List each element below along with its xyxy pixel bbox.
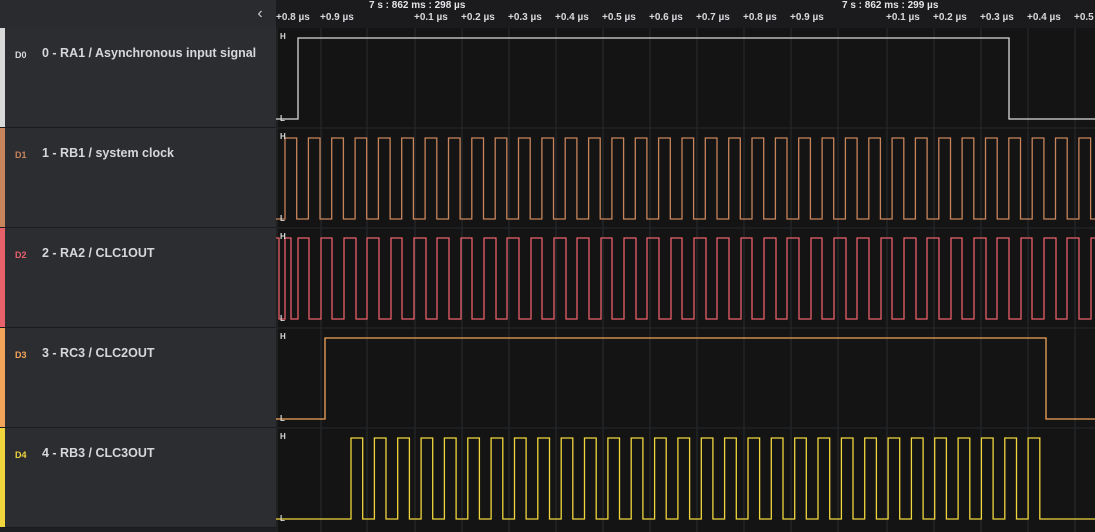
ruler-tick-label: +0.4 µs [555,12,589,23]
ruler-tick-label: +0.5 µs [602,12,636,23]
channel-id-label: D0 [15,50,27,60]
channel-color-indicator [0,428,5,527]
waveform-d4[interactable] [276,437,1095,520]
ruler-tick-label: +0.7 µs [696,12,730,23]
high-level-label: H [280,132,286,141]
ruler-tick-label: +0.6 µs [649,12,683,23]
channel-id-label: D2 [15,250,27,260]
high-level-label: H [280,32,286,41]
channel-row-d1[interactable]: D1 1 - RB1 / system clock [0,128,276,228]
ruler-tick-label: +0.3 µs [508,12,542,23]
channel-color-indicator [0,228,5,327]
collapse-panel-chevron-icon[interactable]: ‹ [252,4,268,24]
ruler-tick-label: +0.2 µs [933,12,967,23]
low-level-label: L [280,214,285,223]
channel-name-label[interactable]: 1 - RB1 / system clock [42,146,174,160]
channel-color-indicator [0,328,5,427]
channel-name-label[interactable]: 3 - RC3 / CLC2OUT [42,346,155,360]
ruler-tick-label: +0.8 µs [743,12,777,23]
channel-row-d3[interactable]: D3 3 - RC3 / CLC2OUT [0,328,276,428]
waveform-d2[interactable] [276,237,1095,320]
ruler-tick-label: +0.4 µs [1027,12,1061,23]
channel-row-d4[interactable]: D4 4 - RB3 / CLC3OUT [0,428,276,528]
channel-color-indicator [0,128,5,227]
channel-name-label[interactable]: 0 - RA1 / Asynchronous input signal [42,46,256,60]
low-level-label: L [280,514,285,523]
high-level-label: H [280,332,286,341]
waveform-d1[interactable] [276,137,1095,220]
channel-name-label[interactable]: 2 - RA2 / CLC1OUT [42,246,155,260]
low-level-label: L [280,114,285,123]
high-level-label: H [280,232,286,241]
waveform-area[interactable]: HLHLHLHLHL [276,28,1095,532]
ruler-tick-label: +0.1 µs [414,12,448,23]
ruler-tick-label: +0.1 µs [886,12,920,23]
low-level-label: L [280,414,285,423]
ruler-tick-label: +0.8 µs [276,12,310,23]
waveform-d0[interactable] [276,37,1095,120]
ruler-tick-label: +0.2 µs [461,12,495,23]
low-level-label: L [280,314,285,323]
ruler-tick-label: +0.5 [1074,12,1094,23]
ruler-timestamp-marker: 7 s : 862 ms : 298 µs [369,0,466,11]
channel-id-label: D3 [15,350,27,360]
ruler-tick-label: +0.3 µs [980,12,1014,23]
channel-row-d2[interactable]: D2 2 - RA2 / CLC1OUT [0,228,276,328]
high-level-label: H [280,432,286,441]
channel-id-label: D4 [15,450,27,460]
channel-panel-header: ‹ [0,0,276,28]
ruler-timestamp-marker: 7 s : 862 ms : 299 µs [842,0,939,11]
channel-id-label: D1 [15,150,27,160]
ruler-tick-label: +0.9 µs [790,12,824,23]
ruler-tick-label: +0.9 µs [320,12,354,23]
time-ruler[interactable]: +0.8 µs +0.9 µs +0.1 µs +0.2 µs +0.3 µs +0.4 … [276,0,1095,29]
waveform-d3[interactable] [276,337,1095,420]
channel-row-d0[interactable]: D0 0 - RA1 / Asynchronous input signal [0,28,276,128]
waveform-canvas[interactable]: HLHLHLHLHL [276,28,1095,532]
channel-color-indicator [0,28,5,127]
channel-name-label[interactable]: 4 - RB3 / CLC3OUT [42,446,155,460]
channel-list: D0 0 - RA1 / Asynchronous input signal D1 1… [0,28,276,532]
